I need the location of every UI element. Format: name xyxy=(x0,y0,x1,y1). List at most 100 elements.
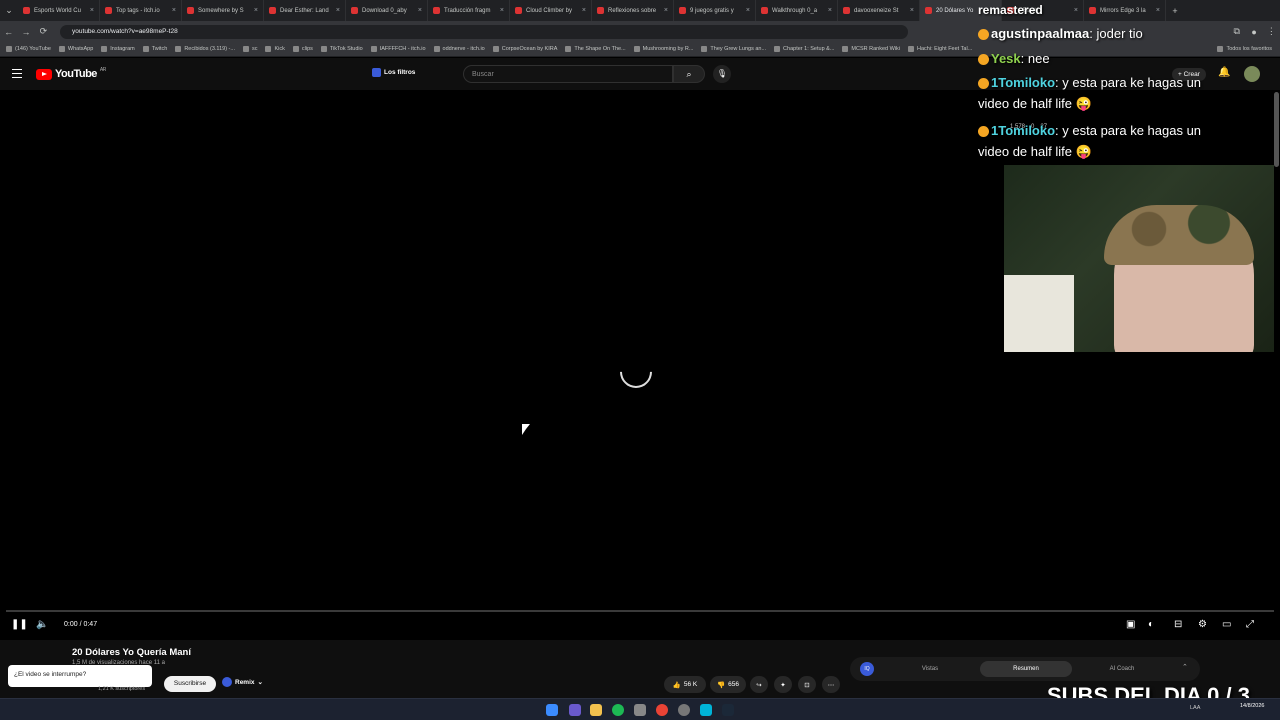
bookmark-item[interactable]: They Grew Lungs an... xyxy=(701,46,766,52)
browser-tab[interactable]: Top tags - itch.io × xyxy=(100,0,182,21)
tab-vistas[interactable]: Vistas xyxy=(884,661,976,677)
tab-resumen[interactable]: Resumen xyxy=(980,661,1072,677)
bookmark-item[interactable]: The Shape On The... xyxy=(565,46,626,52)
bookmark-item[interactable]: Mushrooming by R... xyxy=(633,46,693,52)
spotify-icon[interactable] xyxy=(612,704,624,716)
close-tab-icon[interactable]: × xyxy=(254,7,258,14)
clock[interactable]: 14/8/2026 xyxy=(1240,703,1264,710)
bookmark-item[interactable]: (146) YouTube xyxy=(6,46,51,52)
settings-app-icon[interactable] xyxy=(678,704,690,716)
interrupt-feedback-input[interactable]: ¿El video se interrumpe? xyxy=(8,665,152,687)
browser-tab[interactable]: Cloud Climber by × xyxy=(510,0,592,21)
pause-icon[interactable]: ❚❚ xyxy=(11,619,28,630)
filters-button[interactable]: Los filtros xyxy=(372,68,415,77)
save-icon[interactable]: ⊡ xyxy=(798,676,816,693)
theater-icon[interactable]: ▭ xyxy=(1222,619,1231,630)
favicon-icon xyxy=(597,7,604,14)
browser-tab[interactable]: Dear Esther: Land × xyxy=(264,0,346,21)
fullscreen-icon[interactable]: ⤢ xyxy=(1246,619,1254,630)
close-tab-icon[interactable]: × xyxy=(500,7,504,14)
back-icon[interactable]: ← xyxy=(0,27,17,37)
close-tab-icon[interactable]: × xyxy=(90,7,94,14)
tab-label: Dear Esther: Land xyxy=(280,7,329,14)
url-field[interactable]: youtube.com/watch?v=ae98meP-t28 xyxy=(60,24,909,39)
close-tab-icon[interactable]: × xyxy=(336,7,340,14)
chrome-icon[interactable] xyxy=(656,704,668,716)
start-icon[interactable] xyxy=(546,704,558,716)
browser-tab[interactable]: Download 0_aby × xyxy=(346,0,428,21)
close-tab-icon[interactable]: × xyxy=(910,7,914,14)
close-tab-icon[interactable]: × xyxy=(582,7,586,14)
bookmark-item[interactable]: sc xyxy=(242,46,257,52)
autoplay-toggle[interactable]: ◐ xyxy=(1148,619,1154,630)
remix-icon xyxy=(222,677,232,687)
tab-label: Top tags - itch.io xyxy=(116,7,160,14)
close-tab-icon[interactable]: × xyxy=(172,7,176,14)
bookmark-item[interactable]: Twitch xyxy=(142,46,167,52)
tab-label: Download 0_aby xyxy=(362,7,407,14)
hamburger-menu-icon[interactable] xyxy=(12,69,22,78)
forward-icon[interactable]: → xyxy=(17,27,34,37)
bookmark-favicon-icon xyxy=(842,46,849,52)
search-placeholder: Buscar xyxy=(472,71,494,78)
browser-tab[interactable]: Reflexiones sobre × xyxy=(592,0,674,21)
tray-lang[interactable]: LAA xyxy=(1190,705,1200,711)
browser-tab[interactable]: davooxeneize St × xyxy=(838,0,920,21)
youtube-logo[interactable]: YouTube AR xyxy=(36,67,106,80)
close-tab-icon[interactable]: × xyxy=(746,7,750,14)
miniplayer-icon[interactable]: ▣ xyxy=(1126,619,1135,630)
steam-icon[interactable] xyxy=(722,704,734,716)
share-icon[interactable]: ↪ xyxy=(750,676,768,693)
chat-message: video de half life 😜 xyxy=(978,93,1092,114)
tab-label: Walkthrough 0_a xyxy=(772,7,818,14)
favicon-icon xyxy=(433,7,440,14)
remix-button[interactable]: Remix ⌄ xyxy=(222,677,263,687)
bookmark-item[interactable]: Recibidos (3.119) -... xyxy=(175,46,235,52)
collapse-icon[interactable]: ⌃ xyxy=(1182,663,1188,671)
webcam-camo-cap xyxy=(1104,205,1254,265)
close-tab-icon[interactable]: × xyxy=(828,7,832,14)
cleanup-app-icon[interactable] xyxy=(700,704,712,716)
search-input[interactable]: Buscar xyxy=(463,65,673,83)
volume-icon[interactable]: 🔈 xyxy=(36,619,48,630)
browser-tab[interactable]: Walkthrough 0_a × xyxy=(756,0,838,21)
browser-tab[interactable]: 9 juegos gratis y × xyxy=(674,0,756,21)
bookmark-item[interactable]: MCSR Ranked Wiki xyxy=(842,46,900,52)
search-icon[interactable]: ⌕ xyxy=(673,65,705,83)
bookmark-item[interactable]: CorpseOcean by KIRA xyxy=(492,46,557,52)
chat-badge-icon xyxy=(978,78,989,90)
more-icon[interactable]: ⋯ xyxy=(822,676,840,693)
bookmark-item[interactable]: clips xyxy=(292,46,313,52)
close-tab-icon[interactable]: × xyxy=(418,7,422,14)
bookmark-item[interactable]: Chapter 1: Setup &... xyxy=(774,46,834,52)
tab-ai-coach[interactable]: AI Coach xyxy=(1076,661,1168,677)
bookmark-item[interactable]: IAFFFFCH - itch.io xyxy=(370,46,426,52)
bookmark-item[interactable]: Instagram xyxy=(101,46,135,52)
bookmark-label: IAFFFFCH - itch.io xyxy=(379,46,426,52)
subtitles-icon[interactable]: ⊟ xyxy=(1174,619,1182,630)
close-tab-icon[interactable]: × xyxy=(664,7,668,14)
browser-tab[interactable]: Somewhere by S × xyxy=(182,0,264,21)
subscribe-button[interactable]: Suscribirse xyxy=(164,676,216,692)
chat-app-icon[interactable] xyxy=(569,704,581,716)
favicon-icon xyxy=(515,7,522,14)
bookmark-item[interactable]: WhatsApp xyxy=(58,46,93,52)
tab-search-icon[interactable]: ⌄ xyxy=(0,5,18,16)
file-explorer-icon[interactable] xyxy=(590,704,602,716)
microphone-icon[interactable]: 🎙 xyxy=(713,65,731,83)
bookmark-item[interactable]: oddnerve - itch.io xyxy=(433,46,485,52)
dislike-button[interactable]: 👎 656 xyxy=(710,676,746,693)
browser-tab[interactable]: Traducción fragm × xyxy=(428,0,510,21)
settings-icon[interactable]: ⚙ xyxy=(1198,619,1207,630)
reload-icon[interactable]: ⟳ xyxy=(35,26,52,37)
browser-tab[interactable]: Esports World Cu × xyxy=(18,0,100,21)
like-button[interactable]: 👍 56 K xyxy=(664,676,706,693)
ask-icon[interactable]: ✦ xyxy=(774,676,792,693)
obs-icon[interactable] xyxy=(634,704,646,716)
progress-bar[interactable] xyxy=(6,610,1274,612)
time-display: 0:00 / 0:47 xyxy=(64,621,98,628)
bookmark-item[interactable]: TikTok Studio xyxy=(320,46,363,52)
bookmark-favicon-icon xyxy=(6,46,12,52)
bookmark-item[interactable]: Kick xyxy=(265,46,285,52)
bookmark-item[interactable]: Hachi: Eight Feet Tal... xyxy=(908,46,972,52)
